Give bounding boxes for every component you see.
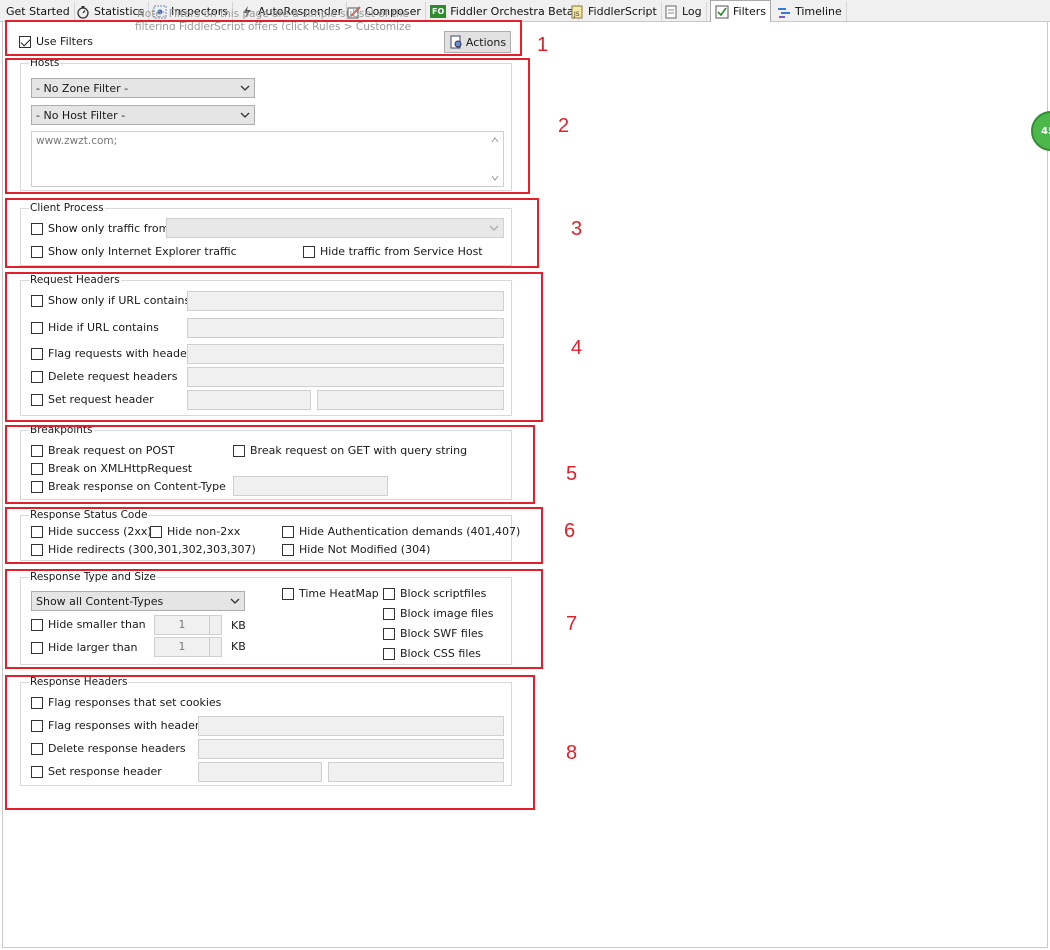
- annotation-number: 6: [564, 520, 576, 542]
- svg-text:JS: JS: [573, 11, 580, 18]
- tab-label: Filters: [733, 5, 766, 18]
- annotation-box-8: [5, 675, 535, 810]
- annotation-number: 5: [566, 463, 578, 485]
- tab-get-started[interactable]: Get Started: [2, 2, 75, 21]
- annotation-box-5: [5, 425, 535, 504]
- side-badge-label: 45: [1041, 125, 1050, 137]
- tab-label: FiddlerScript: [588, 5, 657, 18]
- tab-timeline[interactable]: Timeline: [773, 2, 847, 21]
- annotation-number: 1: [537, 34, 549, 56]
- tab-filters[interactable]: Filters: [710, 0, 771, 22]
- filter-check-icon: [715, 5, 729, 18]
- timeline-icon: [778, 7, 790, 18]
- annotation-number: 4: [571, 337, 583, 359]
- fo-badge-icon: FO: [430, 5, 447, 18]
- tab-fiddlerscript[interactable]: JS FiddlerScript: [566, 2, 662, 21]
- annotation-number: 2: [558, 115, 570, 137]
- annotation-box-4: [5, 272, 543, 422]
- annotation-number: 7: [566, 613, 578, 635]
- log-icon: [665, 5, 677, 18]
- tab-label: Log: [682, 5, 702, 18]
- annotation-box-2: [5, 58, 530, 194]
- annotation-number: 8: [566, 742, 578, 764]
- tab-label: Get Started: [6, 5, 70, 18]
- annotation-box-7: [5, 569, 543, 669]
- annotation-box-3: [5, 198, 539, 268]
- tab-label: Fiddler Orchestra Beta: [450, 5, 574, 18]
- annotation-box-1: [5, 20, 522, 56]
- annotation-box-6: [5, 507, 543, 564]
- stopwatch-icon: [77, 5, 89, 19]
- tab-fiddler-orchestra[interactable]: FO Fiddler Orchestra Beta: [426, 2, 579, 21]
- side-badge-clip: 45: [1031, 111, 1050, 151]
- side-badge[interactable]: 45: [1031, 111, 1050, 151]
- tab-label: Timeline: [795, 5, 842, 18]
- tab-log[interactable]: Log: [660, 2, 707, 21]
- script-icon: JS: [571, 5, 583, 18]
- annotation-number: 3: [571, 218, 583, 240]
